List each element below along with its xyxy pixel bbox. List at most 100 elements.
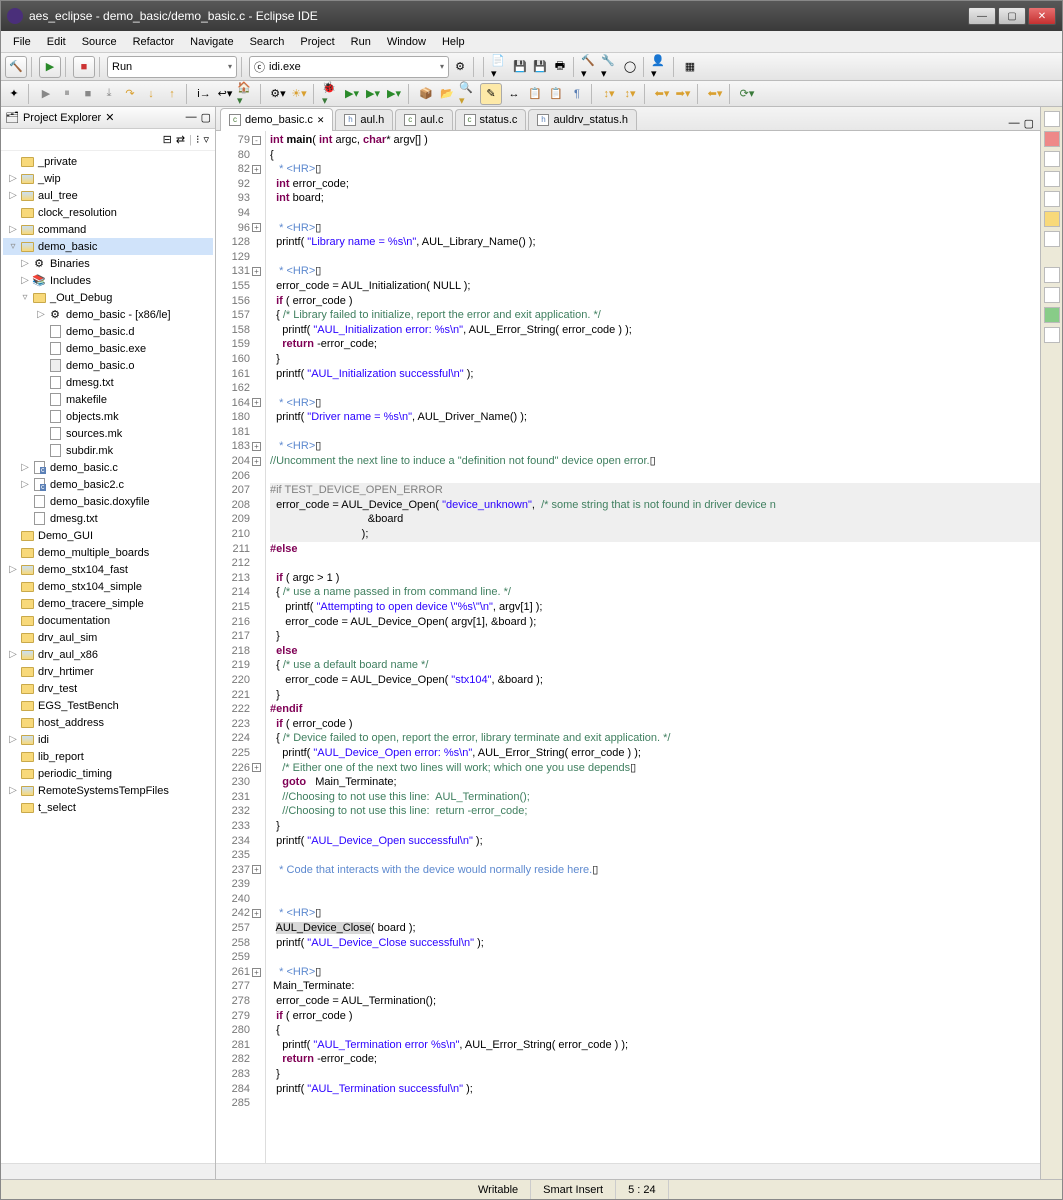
tree-item[interactable]: demo_basic.o bbox=[3, 357, 213, 374]
link-icon[interactable]: ⇄ bbox=[176, 133, 185, 146]
editor[interactable]: 79-8082+92939496+128129131+1551561571581… bbox=[216, 131, 1040, 1163]
minimize-button[interactable]: — bbox=[968, 7, 996, 25]
problems-icon[interactable] bbox=[1044, 151, 1060, 167]
menu-run[interactable]: Run bbox=[343, 34, 379, 50]
editor-tab[interactable]: cdemo_basic.c ✕ bbox=[220, 108, 333, 131]
resume-icon[interactable]: ▶ bbox=[37, 85, 55, 103]
tree-item[interactable]: ▷command bbox=[3, 221, 213, 238]
tree-item[interactable]: ▿demo_basic bbox=[3, 238, 213, 255]
editor-max-icon[interactable]: ▢ bbox=[1024, 117, 1034, 130]
propagate-icon[interactable]: ↔ bbox=[505, 85, 523, 103]
stop2-icon[interactable]: ■ bbox=[79, 85, 97, 103]
tree-item[interactable]: lib_report bbox=[3, 748, 213, 765]
disconnect-icon[interactable]: ⤓ bbox=[100, 85, 118, 103]
forward-icon[interactable]: ➡▾ bbox=[674, 85, 692, 103]
menu-edit[interactable]: Edit bbox=[39, 34, 74, 50]
tree-item[interactable]: subdir.mk bbox=[3, 442, 213, 459]
step-over-icon[interactable]: ↷ bbox=[121, 85, 139, 103]
tree-item[interactable]: makefile bbox=[3, 391, 213, 408]
tree-item[interactable]: ▷demo_basic.c bbox=[3, 459, 213, 476]
wand-icon[interactable]: ✦ bbox=[5, 85, 23, 103]
menu-refactor[interactable]: Refactor bbox=[125, 34, 183, 50]
tree[interactable]: _private▷_wip▷aul_treeclock_resolution▷c… bbox=[1, 151, 215, 1163]
target2-icon[interactable] bbox=[1044, 231, 1060, 247]
pilcrow-icon[interactable]: ¶ bbox=[568, 85, 586, 103]
tree-item[interactable]: ▷📚Includes bbox=[3, 272, 213, 289]
tree-item[interactable]: ▷_wip bbox=[3, 170, 213, 187]
home-icon[interactable]: 🏠▾ bbox=[237, 85, 255, 103]
open-icon[interactable]: 📂 bbox=[438, 85, 456, 103]
editor-tab[interactable]: cstatus.c bbox=[455, 109, 527, 130]
outline-icon[interactable] bbox=[1044, 111, 1060, 127]
gear-dd-icon[interactable]: ⚙▾ bbox=[269, 85, 287, 103]
menu-window[interactable]: Window bbox=[379, 34, 434, 50]
console-icon[interactable] bbox=[1044, 171, 1060, 187]
editor-tab[interactable]: haul.h bbox=[335, 109, 393, 130]
save-all-icon[interactable]: 💾 bbox=[531, 58, 549, 76]
debug-icon[interactable]: 🐞▾ bbox=[322, 85, 340, 103]
stop-button[interactable]: ■ bbox=[73, 56, 95, 78]
gutter[interactable]: 79-8082+92939496+128129131+1551561571581… bbox=[216, 131, 266, 1163]
tree-item[interactable]: demo_basic.doxyfile bbox=[3, 493, 213, 510]
wrench-icon[interactable]: 🔧▾ bbox=[601, 58, 619, 76]
tree-item[interactable]: ▷idi bbox=[3, 731, 213, 748]
tree-item[interactable]: objects.mk bbox=[3, 408, 213, 425]
tree-item[interactable]: dmesg.txt bbox=[3, 510, 213, 527]
minimize-view-icon[interactable]: — bbox=[186, 111, 197, 124]
build-hammer-icon[interactable]: 🔨▾ bbox=[581, 58, 599, 76]
drop-icon[interactable]: ↩▾ bbox=[216, 85, 234, 103]
code[interactable]: int main( int argc, char* argv[] ){ * <H… bbox=[266, 131, 1040, 1163]
editor-min-icon[interactable]: — bbox=[1009, 117, 1020, 130]
tree-item[interactable]: periodic_timing bbox=[3, 765, 213, 782]
step-return-icon[interactable]: ↑ bbox=[163, 85, 181, 103]
tree-item[interactable]: demo_tracere_simple bbox=[3, 595, 213, 612]
project-explorer-header[interactable]: 🗂 Project Explorer ✕ — ▢ bbox=[1, 107, 215, 129]
filter-icon[interactable]: ⁝ bbox=[196, 133, 200, 146]
persp2-icon[interactable] bbox=[1044, 287, 1060, 303]
editor-tab[interactable]: hauldrv_status.h bbox=[528, 109, 637, 130]
tree-item[interactable]: demo_multiple_boards bbox=[3, 544, 213, 561]
tree-item[interactable]: _private bbox=[3, 153, 213, 170]
find-icon[interactable]: 🔍▾ bbox=[459, 85, 477, 103]
menu-help[interactable]: Help bbox=[434, 34, 473, 50]
profile-icon[interactable]: 👤▾ bbox=[651, 58, 669, 76]
search-view-icon[interactable] bbox=[1044, 191, 1060, 207]
tree-item[interactable]: drv_test bbox=[3, 680, 213, 697]
run-mode-select[interactable]: Run▾ bbox=[107, 56, 237, 78]
menu-navigate[interactable]: Navigate bbox=[182, 34, 241, 50]
build-button[interactable]: 🔨 bbox=[5, 56, 27, 78]
maximize-button[interactable]: ▢ bbox=[998, 7, 1026, 25]
menu-project[interactable]: Project bbox=[292, 34, 342, 50]
up-arrow-icon[interactable]: ↕▾ bbox=[600, 85, 618, 103]
target-icon[interactable]: ◯ bbox=[621, 58, 639, 76]
tree-item[interactable]: ▷demo_basic2.c bbox=[3, 476, 213, 493]
tree-item[interactable]: EGS_TestBench bbox=[3, 697, 213, 714]
tree-item[interactable]: host_address bbox=[3, 714, 213, 731]
menu-source[interactable]: Source bbox=[74, 34, 125, 50]
back-icon[interactable]: ⬅▾ bbox=[653, 85, 671, 103]
tree-item[interactable]: demo_stx104_simple bbox=[3, 578, 213, 595]
doc2-icon[interactable]: 📋 bbox=[547, 85, 565, 103]
step-into-icon[interactable]: ↓ bbox=[142, 85, 160, 103]
sun-icon[interactable]: ☀▾ bbox=[290, 85, 308, 103]
tree-item[interactable]: ▷⚙demo_basic - [x86/le] bbox=[3, 306, 213, 323]
new-icon[interactable]: 📄▾ bbox=[491, 58, 509, 76]
instr-icon[interactable]: i→ bbox=[195, 85, 213, 103]
persp1-icon[interactable] bbox=[1044, 267, 1060, 283]
menu-file[interactable]: File bbox=[5, 34, 39, 50]
titlebar[interactable]: aes_eclipse - demo_basic/demo_basic.c - … bbox=[1, 1, 1062, 31]
tree-item[interactable]: demo_basic.exe bbox=[3, 340, 213, 357]
launch-config-select[interactable]: ⓒidi.exe▾ bbox=[249, 56, 449, 78]
menu-search[interactable]: Search bbox=[242, 34, 293, 50]
tree-item[interactable]: t_select bbox=[3, 799, 213, 816]
tree-item[interactable]: demo_basic.d bbox=[3, 323, 213, 340]
tree-item[interactable]: documentation bbox=[3, 612, 213, 629]
tree-item[interactable]: ▷⚙Binaries bbox=[3, 255, 213, 272]
tree-item[interactable]: sources.mk bbox=[3, 425, 213, 442]
coverage-icon[interactable]: ▶▾ bbox=[364, 85, 382, 103]
collapse-icon[interactable]: ⊟ bbox=[163, 133, 172, 146]
persp4-icon[interactable] bbox=[1044, 327, 1060, 343]
tree-item[interactable]: drv_aul_sim bbox=[3, 629, 213, 646]
package-icon[interactable]: 📦 bbox=[417, 85, 435, 103]
run-button[interactable]: ▶ bbox=[39, 56, 61, 78]
